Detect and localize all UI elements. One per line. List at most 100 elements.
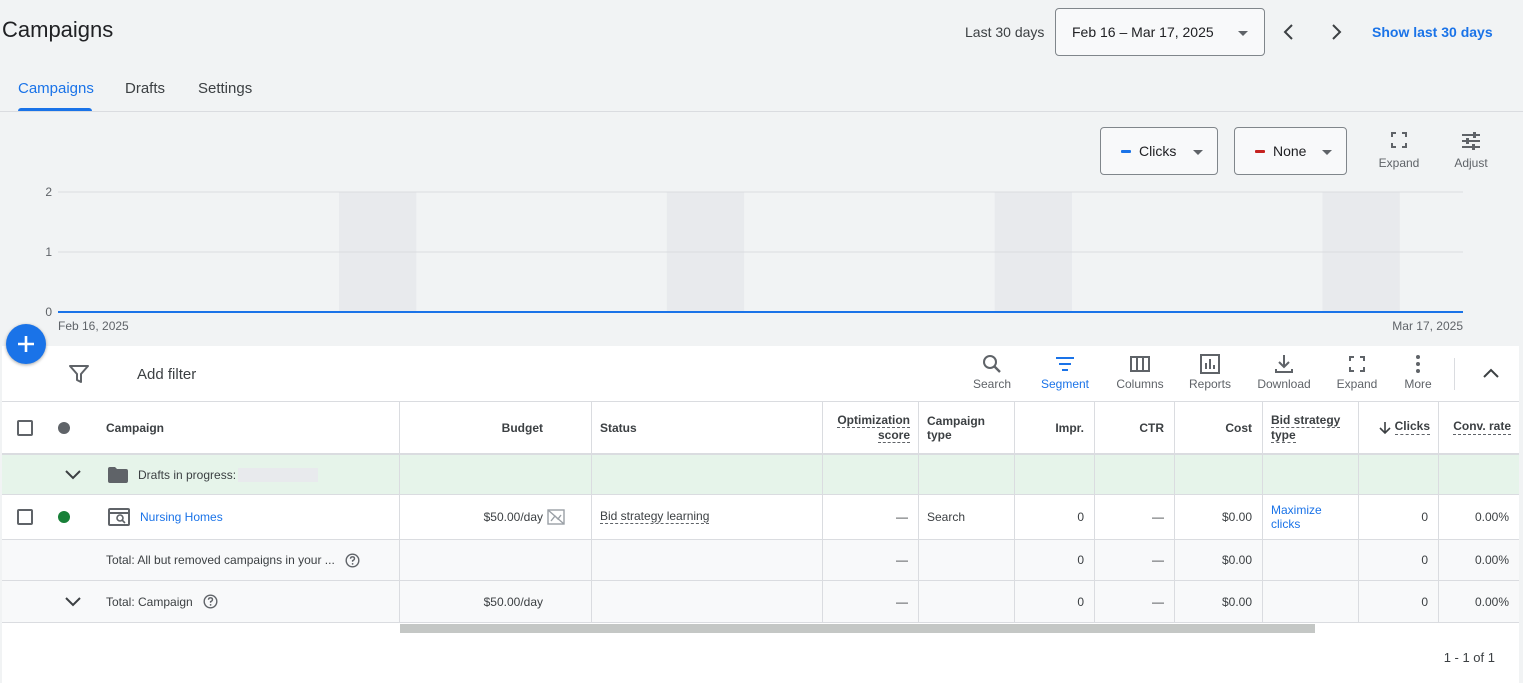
- search-button[interactable]: Search: [956, 354, 1028, 391]
- table-expand-button-label: Expand: [1336, 377, 1378, 391]
- expand-icon: [1391, 132, 1407, 148]
- active-tab-indicator: [18, 108, 92, 111]
- filter-bar: Add filter Search Segment Columns Report…: [2, 346, 1519, 402]
- search-campaign-icon: [108, 508, 130, 526]
- header-budget[interactable]: Budget: [400, 402, 592, 453]
- search-button-label: Search: [972, 377, 1012, 391]
- metric-2-select[interactable]: None: [1234, 127, 1347, 175]
- horizontal-scrollbar[interactable]: [400, 624, 1315, 633]
- pagination-label: 1 - 1 of 1: [1443, 650, 1495, 665]
- chart-expand-button[interactable]: Expand: [1375, 132, 1423, 170]
- table-header-row: Campaign Budget Status Optimization score…: [2, 402, 1519, 454]
- total-campaign-status-cell: [592, 581, 823, 622]
- header-ctr[interactable]: CTR: [1095, 402, 1175, 453]
- campaign-budget[interactable]: $50.00/day: [484, 510, 543, 524]
- total-all-label-cell: Total: All but removed campaigns in your…: [98, 540, 400, 580]
- reports-button[interactable]: Reports: [1174, 354, 1246, 391]
- chevron-down-icon[interactable]: [65, 596, 81, 607]
- bid-strategy-link[interactable]: Maximize clicks: [1271, 503, 1322, 531]
- previous-period-button[interactable]: [1275, 18, 1303, 46]
- total-campaign-bid-cell: [1263, 581, 1359, 622]
- campaign-type: Search: [919, 495, 1015, 539]
- row-status-dot-cell: [48, 495, 80, 539]
- chevron-down-icon[interactable]: [65, 469, 81, 480]
- campaign-cost: $0.00: [1175, 495, 1263, 539]
- status-header-dot[interactable]: [58, 421, 70, 434]
- plus-icon: [18, 336, 34, 352]
- header-type-line1: Campaign: [927, 413, 986, 428]
- show-last-30-days-link[interactable]: Show last 30 days: [1372, 24, 1493, 40]
- campaign-name-cell: Nursing Homes: [98, 495, 400, 539]
- metric-1-select[interactable]: Clicks: [1100, 127, 1218, 175]
- campaign-status-cell: Bid strategy learning: [592, 495, 823, 539]
- drafts-expand-cell: [48, 455, 98, 494]
- help-icon[interactable]: [203, 594, 218, 609]
- budget-chart-off-icon: [547, 509, 565, 525]
- campaign-opt-score: —: [823, 495, 919, 539]
- campaign-ctr: —: [1095, 495, 1175, 539]
- total-campaign-label-cell: Total: Campaign: [98, 581, 400, 622]
- campaign-status[interactable]: Bid strategy learning: [600, 509, 710, 525]
- header-bid-strategy-type[interactable]: Bid strategy type: [1263, 402, 1359, 453]
- folder-icon: [108, 466, 128, 483]
- total-campaign-cost: $0.00: [1175, 581, 1263, 622]
- total-all-conv-rate: 0.00%: [1474, 553, 1509, 567]
- clicks-chart: 2 1 0 Feb 16, 2025 Mar 17, 2025: [45, 185, 1463, 333]
- metric-1-swatch: [1121, 149, 1131, 153]
- download-button[interactable]: Download: [1248, 354, 1320, 391]
- more-button-label: More: [1404, 377, 1432, 391]
- total-all-ctr: —: [1095, 540, 1175, 580]
- date-range-select[interactable]: Feb 16 – Mar 17, 2025: [1055, 8, 1265, 56]
- select-all-checkbox[interactable]: [17, 419, 33, 436]
- tab-campaigns[interactable]: Campaigns: [18, 80, 94, 97]
- add-filter-button[interactable]: Add filter: [137, 366, 196, 383]
- campaign-impr: 0: [1015, 495, 1095, 539]
- header-type-line2: type: [927, 427, 952, 442]
- header-cost[interactable]: Cost: [1175, 402, 1263, 453]
- header-clicks[interactable]: Clicks: [1359, 402, 1439, 453]
- chevron-right-icon: [1332, 24, 1342, 40]
- next-period-button[interactable]: [1322, 18, 1350, 46]
- header-campaign-type[interactable]: Campaign type: [919, 402, 1015, 453]
- columns-button[interactable]: Columns: [1104, 354, 1176, 391]
- header-impr[interactable]: Impr.: [1015, 402, 1095, 453]
- total-campaign-ctr: —: [1095, 581, 1175, 622]
- campaign-clicks: 0: [1359, 495, 1439, 539]
- header-campaign[interactable]: Campaign: [98, 402, 400, 453]
- select-all-cell: [2, 402, 48, 453]
- total-campaign-clicks: 0: [1359, 581, 1439, 622]
- more-icon: [1416, 355, 1420, 373]
- redacted-drafts-count: [238, 467, 319, 482]
- header-optimization-score[interactable]: Optimization score: [823, 402, 919, 453]
- create-button[interactable]: [6, 324, 46, 364]
- tab-drafts[interactable]: Drafts: [125, 80, 165, 97]
- more-button[interactable]: More: [1382, 354, 1454, 391]
- header-opt-line2: score: [877, 427, 910, 443]
- bid-strategy-line1: Maximize: [1271, 503, 1322, 517]
- segment-button[interactable]: Segment: [1029, 354, 1101, 391]
- campaign-name-link[interactable]: Nursing Homes: [140, 510, 223, 524]
- total-all-cost: $0.00: [1175, 540, 1263, 580]
- expand-icon: [1349, 356, 1365, 372]
- header-status[interactable]: Status: [592, 402, 823, 453]
- tab-settings[interactable]: Settings: [198, 80, 252, 97]
- columns-icon: [1130, 356, 1150, 372]
- row-checkbox[interactable]: [17, 509, 33, 525]
- drafts-opt-cell: [823, 455, 919, 494]
- x-start-label: Feb 16, 2025: [58, 319, 129, 333]
- total-all-label: Total: All but removed campaigns in your…: [106, 553, 335, 567]
- filter-icon[interactable]: [69, 365, 89, 383]
- header-conv-rate[interactable]: Conv. rate: [1439, 402, 1519, 453]
- total-campaign-row: Total: Campaign $50.00/day — 0 — $0.00 0…: [2, 581, 1519, 623]
- total-all-budget-cell: [400, 540, 592, 580]
- campaign-conv-rate: 0.00%: [1474, 510, 1509, 524]
- metric-2-swatch: [1255, 149, 1265, 153]
- reports-icon: [1200, 354, 1220, 374]
- total-campaign-impr: 0: [1015, 581, 1095, 622]
- y-tick-label: 2: [45, 185, 52, 199]
- total-all-clicks: 0: [1359, 540, 1439, 580]
- status-enabled-dot[interactable]: [58, 511, 70, 523]
- collapse-chevron-up-icon[interactable]: [1482, 367, 1500, 379]
- help-icon[interactable]: [345, 552, 360, 568]
- chart-adjust-button[interactable]: Adjust: [1447, 132, 1495, 170]
